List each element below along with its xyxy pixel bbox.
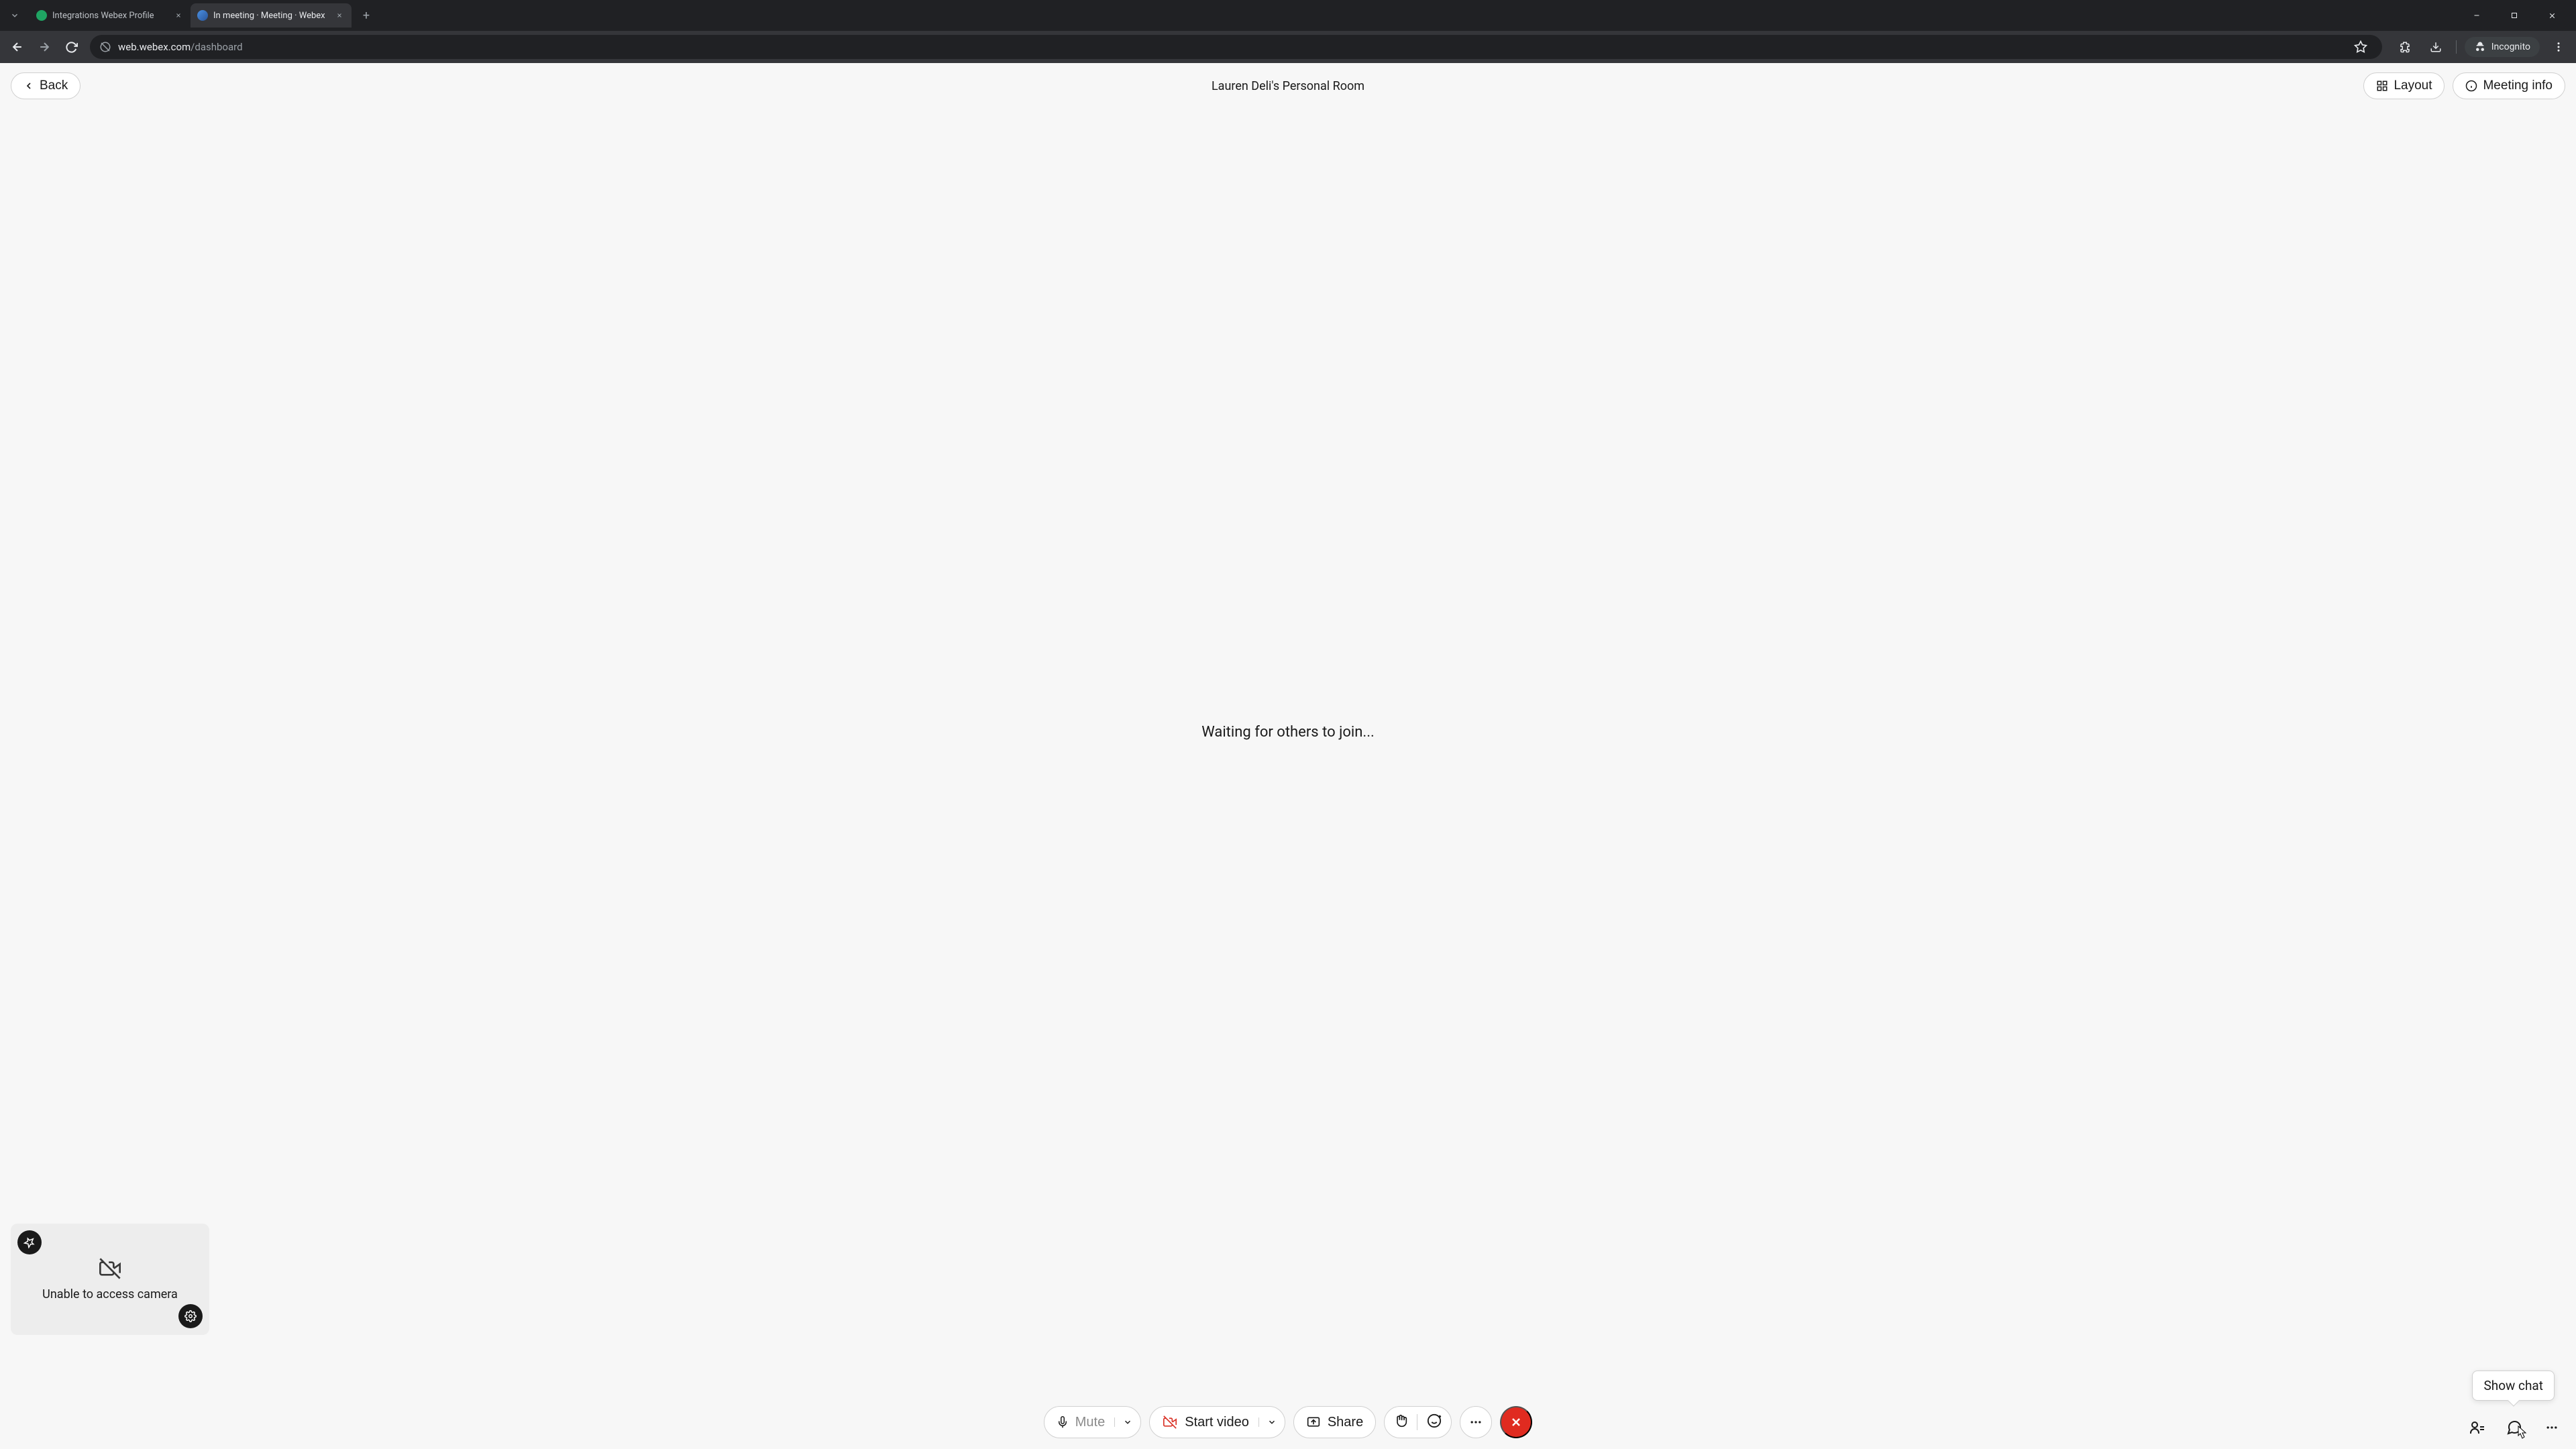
tab-title: In meeting · Meeting · Webex	[213, 11, 329, 21]
minimize-button[interactable]	[2462, 5, 2491, 26]
tab-favicon-icon	[36, 10, 47, 21]
browser-tab[interactable]: In meeting · Meeting · Webex	[191, 3, 352, 28]
tab-search-dropdown[interactable]	[4, 5, 25, 26]
reactions-button[interactable]	[1427, 1413, 1442, 1431]
meeting-info-label: Meeting info	[2483, 78, 2553, 93]
meeting-info-button[interactable]: Meeting info	[2453, 72, 2565, 99]
chevron-down-icon	[1267, 1417, 1277, 1427]
layout-label: Layout	[2394, 78, 2432, 93]
participants-button[interactable]	[2466, 1417, 2487, 1438]
tab-favicon-icon	[197, 10, 208, 21]
meeting-controls-bar: Mute Start video Share	[0, 1395, 2576, 1449]
incognito-label: Incognito	[2491, 42, 2530, 52]
bookmark-icon[interactable]	[2349, 35, 2373, 59]
raise-hand-button[interactable]	[1394, 1413, 1407, 1431]
back-label: Back	[40, 78, 68, 93]
more-horizontal-icon	[2545, 1421, 2559, 1434]
back-button[interactable]	[5, 35, 30, 59]
close-window-button[interactable]	[2537, 5, 2567, 26]
video-off-icon	[1162, 1415, 1178, 1429]
tab-bar: Integrations Webex Profile In meeting · …	[0, 0, 2576, 31]
emoji-icon	[1427, 1413, 1442, 1428]
layout-icon	[2376, 80, 2388, 92]
chevron-left-icon	[23, 80, 34, 91]
room-title: Lauren Deli's Personal Room	[1212, 79, 1364, 93]
self-view-settings-button[interactable]	[178, 1304, 203, 1328]
back-button[interactable]: Back	[11, 72, 80, 99]
share-button[interactable]: Share	[1293, 1406, 1376, 1438]
top-right-controls: Layout Meeting info	[2363, 72, 2565, 99]
menu-icon[interactable]	[2546, 35, 2571, 59]
camera-off-icon	[97, 1258, 123, 1282]
hand-icon	[1394, 1413, 1407, 1428]
self-view-tile[interactable]: Unable to access camera	[11, 1224, 209, 1335]
info-icon	[2465, 80, 2477, 92]
reactions-group	[1384, 1406, 1452, 1438]
window-controls	[2462, 5, 2572, 26]
close-icon	[1509, 1415, 1523, 1429]
separator	[2456, 40, 2457, 54]
mute-button[interactable]: Mute	[1044, 1406, 1141, 1438]
site-info-icon[interactable]	[99, 41, 111, 53]
tab-title: Integrations Webex Profile	[52, 11, 168, 21]
waiting-message: Waiting for others to join...	[1201, 724, 1375, 741]
browser-chrome: Integrations Webex Profile In meeting · …	[0, 0, 2576, 63]
gear-icon	[184, 1310, 197, 1322]
chat-icon	[2506, 1419, 2522, 1436]
start-video-button[interactable]: Start video	[1149, 1406, 1285, 1438]
video-options-caret[interactable]	[1258, 1417, 1277, 1427]
incognito-icon	[2474, 41, 2486, 53]
more-horizontal-icon	[1469, 1415, 1483, 1429]
forward-button[interactable]	[32, 35, 56, 59]
layout-button[interactable]: Layout	[2363, 72, 2445, 99]
incognito-chip[interactable]: Incognito	[2465, 37, 2540, 57]
end-meeting-button[interactable]	[1500, 1406, 1532, 1438]
chat-button[interactable]	[2504, 1417, 2525, 1438]
maximize-button[interactable]	[2500, 5, 2529, 26]
close-icon[interactable]	[173, 10, 184, 21]
url-text: web.webex.com/dashboard	[118, 41, 2342, 53]
right-panel-controls	[2466, 1417, 2563, 1438]
meeting-top-bar: Back Lauren Deli's Personal Room Layout …	[0, 63, 2576, 109]
address-bar[interactable]: web.webex.com/dashboard	[90, 35, 2382, 59]
share-label: Share	[1328, 1415, 1363, 1430]
panel-options-button[interactable]	[2541, 1417, 2563, 1438]
new-tab-button[interactable]: +	[357, 6, 376, 25]
more-options-button[interactable]	[1460, 1406, 1492, 1438]
nav-bar: web.webex.com/dashboard Incognito	[0, 31, 2576, 63]
pin-icon	[23, 1236, 36, 1248]
mute-options-caret[interactable]	[1114, 1417, 1132, 1427]
page-content: Back Lauren Deli's Personal Room Layout …	[0, 63, 2576, 1449]
share-screen-icon	[1306, 1415, 1321, 1429]
camera-status-text: Unable to access camera	[42, 1287, 178, 1301]
extensions-icon[interactable]	[2393, 35, 2417, 59]
microphone-icon	[1057, 1415, 1069, 1430]
close-icon[interactable]	[334, 10, 345, 21]
chevron-down-icon	[1123, 1417, 1132, 1427]
pin-button[interactable]	[17, 1230, 42, 1254]
mute-label: Mute	[1075, 1415, 1105, 1430]
browser-tab[interactable]: Integrations Webex Profile	[30, 3, 191, 28]
start-video-label: Start video	[1185, 1415, 1249, 1430]
show-chat-tooltip: Show chat	[2472, 1371, 2555, 1401]
reload-button[interactable]	[59, 35, 83, 59]
main-video-area: Waiting for others to join... Unable to …	[0, 109, 2576, 1395]
participants-icon	[2469, 1419, 2485, 1436]
downloads-icon[interactable]	[2424, 35, 2448, 59]
toolbar-icons: Incognito	[2389, 35, 2571, 59]
